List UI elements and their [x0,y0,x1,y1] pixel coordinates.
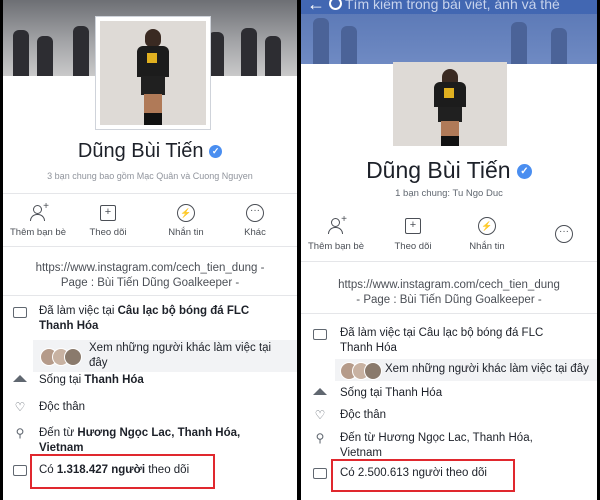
location-pin-icon: ⚲ [315,431,325,445]
avatar [364,362,382,380]
add-friend-label: Thêm bạn bè [308,241,364,252]
id-card-icon [313,466,327,480]
top-bar: ← Tìm kiếm trong bài viết, ảnh và thẻ [301,0,597,14]
follow-label: Theo dõi [394,241,432,252]
relationship-row: ♡ Độc thân [3,400,297,416]
verified-badge-icon: ✓ [209,145,223,159]
mutual-friends[interactable]: 1 bạn chung: Tu Ngo Duc [301,188,597,199]
relationship-row: ♡ Độc thân [301,408,597,424]
work-row: Đã làm việc tại Câu lạc bộ bóng đá FLC Th… [3,304,297,336]
add-friend-icon: + [327,215,347,235]
profile-name: Dũng Bùi Tiến ✓ [301,157,597,184]
heart-icon: ♡ [14,400,26,414]
heart-icon: ♡ [314,408,326,422]
profile-picture[interactable] [393,62,507,146]
more-icon: ··· [246,204,264,222]
mutual-friends[interactable]: 3 bạn chung bao gồm Mạc Quân và Cuong Ng… [3,171,297,181]
message-label: Nhắn tin [469,241,505,252]
see-coworkers[interactable]: Xem những người khác làm việc tại đây [335,359,597,381]
search-input[interactable]: Tìm kiếm trong bài viết, ảnh và thẻ [345,0,560,12]
profile-actions: + Thêm bạn bè + Theo dõi ⚡ Nhắn tin ··· … [3,193,297,247]
profile-picture[interactable] [95,16,211,130]
see-coworkers[interactable]: Xem những người khác làm việc tại đây [33,340,297,372]
more-button[interactable]: ··· [539,205,589,261]
home-icon [313,388,327,402]
location-pin-icon: ⚲ [15,426,25,440]
relationship-text: Độc thân [340,409,387,421]
follow-icon: + [99,204,117,222]
profile-panel-right: ← Tìm kiếm trong bài viết, ảnh và thẻ Dũ… [301,0,597,500]
add-friend-button[interactable]: + Thêm bạn bè [301,205,371,261]
back-arrow-icon[interactable]: ← [307,0,325,15]
lives-row: Sống tại Thanh Hóa [3,373,297,389]
briefcase-icon [313,327,327,341]
more-label: Khác [244,227,266,238]
lives-place-link[interactable]: Thanh Hóa [84,374,143,386]
message-label: Nhắn tin [168,227,204,238]
profile-panel-left: Dũng Bùi Tiến ✓ 3 bạn chung bao gồm Mạc … [3,0,297,500]
relationship-text: Độc thân [39,401,86,413]
bio-text: https://www.instagram.com/cech_tien_dung… [35,262,265,289]
home-icon [13,375,27,389]
lives-row: Sống tại Thanh Hóa [301,386,597,402]
add-friend-icon: + [29,202,49,222]
profile-name: Dũng Bùi Tiến ✓ [3,140,297,163]
messenger-icon: ⚡ [478,217,496,235]
highlight-box [331,459,515,492]
search-icon[interactable] [329,0,342,10]
follow-label: Theo dõi [89,227,127,238]
highlight-box [30,454,215,489]
follow-button[interactable]: + Theo dõi [383,205,443,261]
work-row: Đã làm việc tại Câu lạc bộ bóng đá FLC Th… [301,326,597,358]
profile-actions: + Thêm bạn bè + Theo dõi ⚡ Nhắn tin ··· [301,205,597,262]
messenger-icon: ⚡ [177,204,195,222]
avatar [64,348,82,366]
lives-place-link[interactable]: Thanh Hóa [385,387,442,399]
follow-icon: + [404,217,422,235]
bio-text: https://www.instagram.com/cech_tien_dung… [338,279,560,306]
message-button[interactable]: ⚡ Nhắn tin [457,205,517,261]
add-friend-label: Thêm bạn bè [10,227,66,238]
briefcase-icon [13,305,27,319]
message-button[interactable]: ⚡ Nhắn tin [156,194,216,246]
more-button[interactable]: ··· Khác [227,194,283,246]
verified-badge-icon: ✓ [516,164,532,180]
more-icon: ··· [555,225,573,243]
id-card-icon [13,463,27,477]
add-friend-button[interactable]: + Thêm bạn bè [3,194,73,246]
follow-button[interactable]: + Theo dõi [78,194,138,246]
